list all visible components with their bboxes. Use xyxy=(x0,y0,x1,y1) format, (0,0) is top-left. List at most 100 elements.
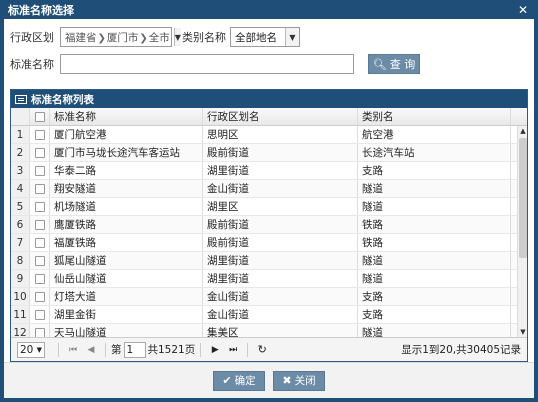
cell-area: 湖里街道 xyxy=(203,162,358,179)
table-row[interactable]: 8 狐尾山隧道 湖里街道 隧道 xyxy=(11,252,527,270)
cell-type: 航空港 xyxy=(358,126,511,143)
scroll-up-icon[interactable]: ▲ xyxy=(518,126,527,136)
type-select[interactable]: 全部地名 ▼ xyxy=(230,27,300,47)
close-icon[interactable]: ✕ xyxy=(516,3,530,17)
pager-divider xyxy=(247,342,249,357)
row-number: 3 xyxy=(11,162,30,179)
table-row[interactable]: 6 鹰厦铁路 殿前街道 铁路 xyxy=(11,216,527,234)
chevron-down-icon[interactable]: ▼ xyxy=(173,28,181,46)
area-crumb-province: 福建省 xyxy=(65,31,97,44)
area-select[interactable]: 福建省❯厦门市❯全市 ▼ xyxy=(60,27,181,47)
row-checkbox[interactable] xyxy=(34,291,45,302)
cell-type: 支路 xyxy=(358,306,511,323)
row-checkbox-cell xyxy=(30,288,50,305)
next-page-icon[interactable]: ▶ xyxy=(209,345,221,355)
cell-area: 殿前街道 xyxy=(203,234,358,251)
row-checkbox[interactable] xyxy=(34,201,45,212)
name-input[interactable] xyxy=(60,54,354,74)
row-number: 7 xyxy=(11,234,30,251)
pagination-bar: 20 ▼ ⏮ ◀ 第 1 共1521页 ▶ ⏭ ↻ 显示1到20,共30405记… xyxy=(11,337,527,361)
cell-type: 隧道 xyxy=(358,198,511,215)
list-icon xyxy=(15,94,27,104)
cell-name: 狐尾山隧道 xyxy=(50,252,203,269)
cell-type: 隧道 xyxy=(358,180,511,197)
row-checkbox-cell xyxy=(30,324,50,337)
header-name[interactable]: 标准名称 xyxy=(50,108,203,125)
close-icon: ✖ xyxy=(282,374,292,387)
table-row[interactable]: 4 翔安隧道 金山街道 隧道 xyxy=(11,180,527,198)
cell-area: 殿前街道 xyxy=(203,144,358,161)
scroll-thumb[interactable] xyxy=(519,138,527,258)
header-type[interactable]: 类别名 xyxy=(358,108,511,125)
page-number-input[interactable]: 1 xyxy=(123,341,146,358)
row-checkbox[interactable] xyxy=(34,273,45,284)
cell-type: 隧道 xyxy=(358,270,511,287)
table-row[interactable]: 11 湖里金街 金山街道 支路 xyxy=(11,306,527,324)
row-number: 1 xyxy=(11,126,30,143)
row-checkbox[interactable] xyxy=(34,147,45,158)
row-checkbox-cell xyxy=(30,198,50,215)
row-checkbox[interactable] xyxy=(34,129,45,140)
type-label: 类别名称 xyxy=(182,31,226,44)
grid-header: 标准名称 行政区划名 类别名 xyxy=(11,108,527,126)
prev-page-icon[interactable]: ◀ xyxy=(85,345,97,355)
chevron-down-icon[interactable]: ▼ xyxy=(285,28,299,46)
row-checkbox[interactable] xyxy=(34,309,45,320)
vertical-scrollbar[interactable]: ▲ ▼ xyxy=(517,126,527,337)
query-button[interactable]: 🔍︎ 查 询 xyxy=(368,54,420,74)
pager-divider xyxy=(58,342,59,357)
ok-button[interactable]: ✔ 确定 xyxy=(213,370,265,391)
cell-area: 思明区 xyxy=(203,126,358,143)
table-row[interactable]: 5 机场隧道 湖里区 隧道 xyxy=(11,198,527,216)
select-all-checkbox[interactable] xyxy=(34,111,45,122)
row-checkbox[interactable] xyxy=(34,165,45,176)
refresh-icon[interactable]: ↻ xyxy=(256,343,268,356)
last-page-icon[interactable]: ⏭ xyxy=(227,345,239,355)
first-page-icon[interactable]: ⏮ xyxy=(67,345,79,355)
dialog-body: 行政区划 福建省❯厦门市❯全市 ▼ 类别名称 全部地名 ▼ 标准名称 🔍︎ 查 … xyxy=(4,19,534,398)
cell-area: 金山街道 xyxy=(203,306,358,323)
panel-title: 标准名称列表 xyxy=(31,93,94,106)
pager-divider xyxy=(105,342,106,357)
row-checkbox[interactable] xyxy=(34,255,45,266)
scroll-down-icon[interactable]: ▼ xyxy=(518,327,527,337)
row-checkbox-cell xyxy=(30,252,50,269)
chevron-right-icon: ❯ xyxy=(139,32,148,44)
row-checkbox[interactable] xyxy=(34,327,45,337)
close-button-label: 关闭 xyxy=(294,375,316,387)
cell-area: 金山街道 xyxy=(203,288,358,305)
close-button[interactable]: ✖ 关闭 xyxy=(273,370,325,391)
row-checkbox[interactable] xyxy=(34,237,45,248)
cell-type: 铁路 xyxy=(358,234,511,251)
cell-name: 仙岳山隧道 xyxy=(50,270,203,287)
row-checkbox[interactable] xyxy=(34,219,45,230)
table-row[interactable]: 9 仙岳山隧道 湖里街道 隧道 xyxy=(11,270,527,288)
cell-area: 湖里区 xyxy=(203,198,358,215)
cell-type: 长途汽车站 xyxy=(358,144,511,161)
result-panel: 标准名称列表 标准名称 行政区划名 类别名 1 厦门航空港 思明区 航空港 2 厦门市马垅… xyxy=(10,89,528,362)
page-size-select[interactable]: 20 ▼ xyxy=(17,341,45,358)
cell-name: 天马山隧道 xyxy=(50,324,203,337)
type-select-value: 全部地名 xyxy=(235,31,277,44)
cell-area: 湖里街道 xyxy=(203,270,358,287)
page-total: 共1521页 xyxy=(147,344,196,356)
row-checkbox-cell xyxy=(30,144,50,161)
row-checkbox[interactable] xyxy=(34,183,45,194)
row-number: 8 xyxy=(11,252,30,269)
name-label: 标准名称 xyxy=(10,58,54,71)
cell-area: 金山街道 xyxy=(203,180,358,197)
cell-type: 隧道 xyxy=(358,324,511,337)
table-row[interactable]: 7 福厦铁路 殿前街道 铁路 xyxy=(11,234,527,252)
table-row[interactable]: 10 灯塔大道 金山街道 支路 xyxy=(11,288,527,306)
table-row[interactable]: 3 华泰二路 湖里街道 支路 xyxy=(11,162,527,180)
cell-name: 华泰二路 xyxy=(50,162,203,179)
cell-type: 铁路 xyxy=(358,216,511,233)
grid-body: 1 厦门航空港 思明区 航空港 2 厦门市马垅长途汽车客运站 殿前街道 长途汽车站 3 华泰二路湖… xyxy=(11,126,527,337)
table-row[interactable]: 12 天马山隧道 集美区 隧道 xyxy=(11,324,527,337)
header-area[interactable]: 行政区划名 xyxy=(203,108,358,125)
query-button-label: 查 询 xyxy=(389,58,416,71)
row-checkbox-cell xyxy=(30,270,50,287)
area-label: 行政区划 xyxy=(10,31,54,44)
table-row[interactable]: 2 厦门市马垅长途汽车客运站 殿前街道 长途汽车站 xyxy=(11,144,527,162)
table-row[interactable]: 1 厦门航空港 思明区 航空港 xyxy=(11,126,527,144)
